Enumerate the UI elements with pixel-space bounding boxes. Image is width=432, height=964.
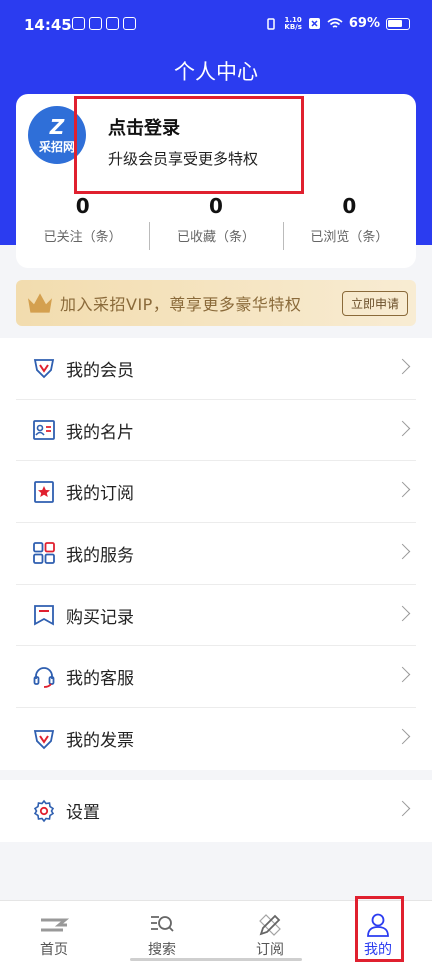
menu-item-label: 设置 — [66, 803, 100, 824]
menu-item-settings[interactable]: 设置 — [16, 780, 416, 842]
chevron-right-icon — [394, 800, 411, 817]
notification-icon — [106, 17, 119, 30]
home-indicator[interactable] — [130, 958, 302, 961]
stats-row: 0 已关注（条） 0 已收藏（条） 0 已浏览（条） — [16, 194, 416, 254]
chevron-right-icon — [394, 728, 411, 745]
menu-item-label: 我的名片 — [66, 422, 134, 443]
battery-icon — [386, 17, 410, 30]
service-grid-icon — [32, 541, 56, 565]
menu-item-my-subscription[interactable]: 我的订阅 — [16, 461, 416, 524]
menu-item-label: 购买记录 — [66, 607, 134, 628]
invoice-icon — [32, 727, 56, 751]
tab-mine-highlight-box — [355, 896, 404, 962]
home-logo-icon — [0, 911, 108, 939]
stat-viewed[interactable]: 0 已浏览（条） — [282, 194, 416, 254]
tab-home[interactable]: 首页 — [0, 901, 108, 964]
status-bar: 14:45 1.10 KB/s 69% — [0, 0, 432, 52]
menu-list: 我的会员 我的名片 我的订阅 我的服务 购买记录 我的客服 我的发票 — [0, 338, 432, 770]
vip-badge-icon — [32, 356, 56, 380]
settings-section: 设置 — [0, 780, 432, 842]
notification-icon — [89, 17, 102, 30]
stat-favorites[interactable]: 0 已收藏（条） — [149, 194, 282, 254]
menu-item-my-card[interactable]: 我的名片 — [16, 400, 416, 462]
purchase-record-icon — [32, 603, 56, 627]
search-icon — [108, 911, 216, 939]
vip-banner[interactable]: 加入采招VIP，尊享更多豪华特权 立即申请 — [16, 280, 416, 326]
page-title: 个人中心 — [174, 60, 258, 84]
battery-percent: 69% — [348, 16, 380, 31]
sim-icon — [308, 18, 320, 29]
stat-value: 0 — [75, 194, 90, 218]
menu-item-label: 我的客服 — [66, 669, 134, 690]
stat-label: 已关注（条） — [43, 230, 122, 245]
menu-item-my-membership[interactable]: 我的会员 — [16, 338, 416, 400]
logo-mark-icon: Z — [49, 114, 65, 139]
stat-label: 已浏览（条） — [310, 230, 389, 245]
menu-item-purchase-records[interactable]: 购买记录 — [16, 585, 416, 647]
business-card-icon — [32, 418, 56, 442]
chevron-right-icon — [394, 543, 411, 560]
gear-icon — [32, 799, 56, 823]
subscription-star-icon — [32, 480, 56, 504]
apply-now-button[interactable]: 立即申请 — [341, 291, 408, 316]
chevron-right-icon — [394, 358, 411, 375]
tiktok-icon — [123, 17, 136, 30]
notification-icons — [72, 17, 136, 30]
wifi-icon — [327, 17, 343, 28]
chevron-right-icon — [394, 605, 411, 622]
login-highlight-box[interactable] — [74, 96, 304, 194]
tab-label: 首页 — [40, 942, 68, 958]
notification-icon — [72, 17, 85, 30]
menu-item-label: 我的服务 — [66, 545, 134, 566]
headset-icon — [32, 665, 56, 689]
tab-label: 搜索 — [148, 942, 176, 958]
speed-unit: KB/s — [284, 22, 302, 31]
network-speed: 1.10 KB/s — [284, 16, 302, 31]
menu-item-label: 我的订阅 — [66, 484, 134, 505]
vibrate-icon — [267, 17, 276, 30]
pencil-ruler-icon — [216, 911, 324, 939]
menu-item-my-invoices[interactable]: 我的发票 — [16, 708, 416, 770]
logo-text: 采招网 — [38, 139, 75, 154]
tab-subscribe[interactable]: 订阅 — [216, 901, 324, 964]
stat-value: 0 — [342, 194, 357, 218]
stat-following[interactable]: 0 已关注（条） — [16, 194, 149, 254]
chevron-right-icon — [394, 482, 411, 498]
status-time: 14:45 — [24, 16, 72, 34]
status-right: 1.10 KB/s 69% — [264, 16, 410, 31]
vip-banner-text: 加入采招VIP，尊享更多豪华特权 — [60, 295, 302, 314]
menu-item-label: 我的发票 — [66, 731, 134, 752]
tab-search[interactable]: 搜索 — [108, 901, 216, 964]
profile-card: Z 采招网 点击登录 升级会员享受更多特权 0 已关注（条） 0 已收藏（条） … — [16, 94, 416, 268]
chevron-right-icon — [394, 420, 411, 436]
tab-label: 订阅 — [256, 942, 284, 958]
stat-value: 0 — [209, 194, 223, 218]
menu-item-my-services[interactable]: 我的服务 — [16, 523, 416, 585]
crown-icon — [28, 293, 52, 313]
stat-label: 已收藏（条） — [176, 230, 255, 245]
menu-item-customer-service[interactable]: 我的客服 — [16, 646, 416, 709]
chevron-right-icon — [394, 667, 411, 683]
menu-item-label: 我的会员 — [66, 360, 134, 381]
